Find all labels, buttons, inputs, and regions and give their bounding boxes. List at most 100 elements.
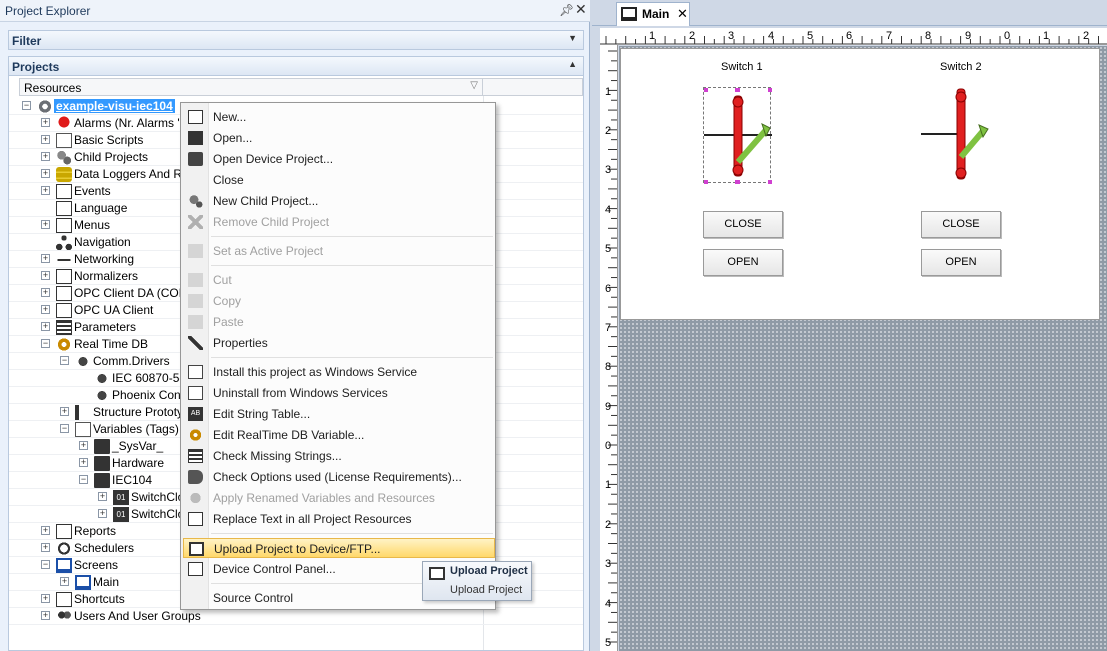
filter-section-header[interactable]: Filter ▼ (8, 30, 584, 50)
expand-icon[interactable]: + (41, 526, 50, 535)
ruler-label: 5 (807, 30, 814, 42)
language-icon (56, 201, 72, 216)
switch1-close-button[interactable]: CLOSE (703, 211, 783, 238)
upload-icon (189, 542, 204, 556)
expand-icon[interactable]: + (41, 611, 50, 620)
menu-item-check-missing-strings[interactable]: Check Missing Strings... (183, 446, 495, 466)
tree-item-label: SwitchClo (131, 490, 185, 504)
tree-item-label: Real Time DB (74, 337, 149, 351)
collapse-icon[interactable]: − (79, 475, 88, 484)
variables-icon (75, 422, 91, 437)
tab-main[interactable]: Main ✕ (616, 2, 690, 26)
collapse-icon[interactable]: − (41, 560, 50, 569)
menu-item-open-device-project[interactable]: Open Device Project... (183, 149, 495, 169)
tree-item-label: Shortcuts (74, 592, 125, 606)
menu-item-properties[interactable]: Properties (183, 333, 495, 353)
expand-icon[interactable]: + (41, 543, 50, 552)
shortcut-icon (56, 592, 72, 607)
ruler-label: 0 (605, 440, 612, 452)
menu-item-open[interactable]: Open... (183, 128, 495, 148)
menu-item-upload-project[interactable]: Upload Project to Device/FTP... (183, 538, 495, 558)
menu-item-remove-child-project[interactable]: Remove Child Project (183, 212, 495, 232)
menu-item-cut[interactable]: Cut (183, 270, 495, 290)
column-header-resources[interactable]: Resources ▽ (19, 78, 483, 96)
screen-canvas[interactable]: Switch 1 CLOSE OPEN Switch 2 CLOSE OPEN (620, 48, 1100, 320)
menu-item-label: Upload Project to Device/FTP... (214, 542, 381, 556)
chevron-down-icon[interactable]: ▼ (568, 33, 577, 43)
menu-item-copy[interactable]: Copy (183, 291, 495, 311)
menu-item-label: Close (213, 173, 244, 187)
menu-item-label: New... (213, 110, 247, 124)
events-icon (56, 184, 72, 199)
switch1-symbol[interactable] (703, 87, 773, 185)
switch2-close-button[interactable]: CLOSE (921, 211, 1001, 238)
ruler-label: 3 (605, 164, 612, 176)
menu-item-paste[interactable]: Paste (183, 312, 495, 332)
expand-icon[interactable]: + (41, 152, 50, 161)
expand-icon[interactable]: + (60, 577, 69, 586)
tree-item-label: Navigation (74, 235, 131, 249)
tab-label: Main (642, 7, 670, 21)
context-menu: New... Open... Open Device Project... Cl… (180, 102, 496, 610)
menu-item-apply-renamed[interactable]: Apply Renamed Variables and Resources (183, 488, 495, 508)
column-header-empty[interactable] (483, 78, 583, 96)
menu-item-install-service[interactable]: Install this project as Windows Service (183, 362, 495, 382)
menu-item-label: Remove Child Project (213, 215, 330, 229)
expand-icon[interactable]: + (98, 492, 107, 501)
tree-item-label: Basic Scripts (74, 133, 144, 147)
tree-item-label: Reports (74, 524, 117, 538)
expand-icon[interactable]: + (79, 441, 88, 450)
menu-item-label: Device Control Panel... (213, 562, 336, 576)
collapse-icon[interactable]: − (41, 339, 50, 348)
expand-icon[interactable]: + (41, 254, 50, 263)
expand-icon[interactable]: + (41, 220, 50, 229)
switch2-open-button[interactable]: OPEN (921, 249, 1001, 276)
ruler-label: 4 (605, 204, 612, 216)
scissors-icon (188, 273, 203, 287)
expand-icon[interactable]: + (79, 458, 88, 467)
expand-icon[interactable]: + (41, 594, 50, 603)
rename-icon (188, 491, 203, 505)
screen-icon (75, 575, 91, 590)
expand-icon[interactable]: + (41, 118, 50, 127)
menu-item-edit-string-table[interactable]: AB Edit String Table... (183, 404, 495, 424)
pin-icon[interactable]: 📌︎ (559, 3, 574, 17)
expand-icon[interactable]: + (98, 509, 107, 518)
close-icon[interactable]: ✕ (575, 1, 587, 18)
ruler-label: 2 (605, 519, 612, 531)
menu-item-new[interactable]: New... (183, 107, 495, 127)
folder-icon (94, 456, 110, 471)
collapse-icon[interactable]: − (22, 101, 31, 110)
panel-title: Project Explorer (5, 4, 91, 18)
switch1-open-button[interactable]: OPEN (703, 249, 783, 276)
menu-item-edit-realtime-db[interactable]: Edit RealTime DB Variable... (183, 425, 495, 445)
report-icon (56, 524, 72, 539)
expand-icon[interactable]: + (41, 322, 50, 331)
tree-item-users[interactable]: + Users And User Groups (9, 608, 583, 625)
networking-icon (56, 252, 72, 267)
expand-icon[interactable]: + (60, 407, 69, 416)
collapse-icon[interactable]: − (60, 424, 69, 433)
expand-icon[interactable]: + (41, 271, 50, 280)
collapse-icon[interactable]: − (60, 356, 69, 365)
filter-icon[interactable]: ▽ (470, 80, 478, 91)
menu-item-label: New Child Project... (213, 194, 319, 208)
switch2-symbol[interactable] (921, 87, 989, 183)
menu-item-label: Set as Active Project (213, 244, 324, 258)
menu-item-new-child-project[interactable]: New Child Project... (183, 191, 495, 211)
expand-icon[interactable]: + (41, 135, 50, 144)
tag-icon: 01 (113, 507, 129, 522)
expand-icon[interactable]: + (41, 288, 50, 297)
projects-section-header[interactable]: Projects ▲ (8, 56, 584, 76)
expand-icon[interactable]: + (41, 186, 50, 195)
chevron-up-icon[interactable]: ▲ (568, 59, 577, 69)
menu-item-close[interactable]: Close (183, 170, 495, 190)
menu-item-uninstall-service[interactable]: Uninstall from Windows Services (183, 383, 495, 403)
screen-icon (621, 7, 637, 21)
menu-item-replace-text[interactable]: Replace Text in all Project Resources (183, 509, 495, 529)
expand-icon[interactable]: + (41, 169, 50, 178)
expand-icon[interactable]: + (41, 305, 50, 314)
menu-item-check-options[interactable]: Check Options used (License Requirements… (183, 467, 495, 487)
tab-close-icon[interactable]: ✕ (677, 6, 688, 22)
menu-item-set-active-project[interactable]: Set as Active Project (183, 241, 495, 261)
